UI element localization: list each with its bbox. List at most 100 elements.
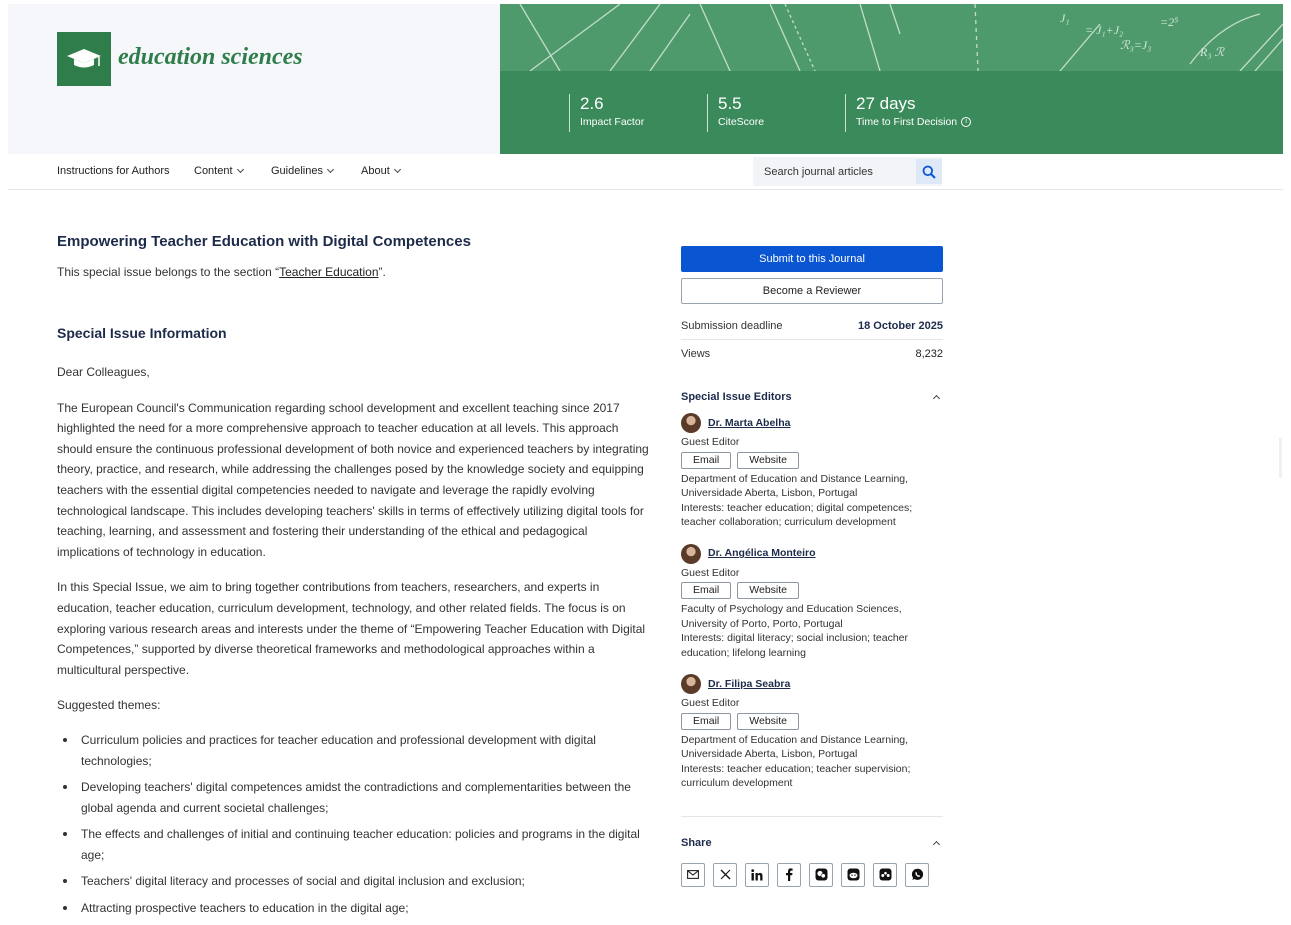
facebook-icon[interactable]: [777, 862, 801, 887]
svg-text:ℛ₃=J₃: ℛ₃=J₃: [1120, 38, 1151, 52]
list-item: Attracting prospective teachers to educa…: [57, 898, 647, 919]
special-issue-information-heading: Special Issue Information: [57, 325, 227, 341]
citescore-value: 5.5: [718, 94, 742, 113]
editor-name-link[interactable]: Dr. Angélica Monteiro: [681, 543, 943, 564]
editor-interests: Interests: teacher education; teacher su…: [681, 762, 911, 790]
editor-actions: Email Website: [681, 712, 943, 730]
editor-role: Guest Editor: [681, 566, 740, 579]
special-issue-content: Empowering Teacher Education with Digita…: [57, 232, 652, 915]
journal-name[interactable]: education sciences: [118, 44, 303, 71]
themes-list: Curriculum policies and practices for te…: [57, 730, 649, 919]
brand-area: education sciences: [8, 4, 500, 154]
share-heading: Share: [681, 836, 712, 849]
journal-search: [753, 157, 942, 186]
impact-factor-value: 2.6: [580, 94, 604, 113]
avatar: [681, 413, 701, 433]
editor-role: Guest Editor: [681, 436, 740, 448]
page-title: Empowering Teacher Education with Digita…: [57, 233, 471, 250]
section-note: This special issue belongs to the sectio…: [57, 264, 652, 280]
svg-text:= J₁+J₂: = J₁+J₂: [1085, 23, 1123, 37]
email-icon[interactable]: [681, 862, 705, 887]
editor-affiliation: Department of Education and Distance Lea…: [681, 733, 909, 761]
editor-interests: Interests: teacher education; digital co…: [681, 501, 913, 529]
reddit-icon[interactable]: [841, 862, 865, 887]
editor-affiliation: Department of Education and Distance Lea…: [681, 472, 909, 500]
impact-factor-metric: 2.6 Impact Factor: [569, 94, 644, 132]
editor-role: Guest Editor: [681, 697, 740, 709]
banner-decoration: J₁ = J₁+J₂ ℛ₃=J₃ =2⁵ R₃ ℛ: [500, 4, 1283, 72]
special-issue-editors-toggle[interactable]: Special Issue Editors: [681, 391, 943, 403]
website-button[interactable]: Website: [737, 712, 800, 730]
editor-card: Dr. Marta Abelha Guest Editor Email Webs…: [681, 413, 943, 530]
chevron-up-icon: [932, 840, 941, 848]
citescore-label[interactable]: CiteScore: [718, 114, 764, 130]
citescore-label-text: CiteScore: [718, 116, 765, 128]
mendeley-icon[interactable]: [873, 862, 897, 887]
nav-guidelines[interactable]: Guidelines: [271, 165, 335, 177]
editor-name-link[interactable]: Dr. Filipa Seabra: [681, 674, 943, 694]
chevron-down-icon: [326, 165, 335, 174]
editor-name: Dr. Marta Abelha: [708, 416, 791, 429]
search-button[interactable]: [916, 159, 942, 184]
nav-label: Content: [194, 165, 233, 177]
info-icon[interactable]: i: [961, 117, 972, 127]
chevron-down-icon: [236, 165, 244, 174]
section-link-teacher-education[interactable]: Teacher Education: [279, 265, 378, 279]
editor-card: Dr. Angélica Monteiro Guest Editor Email…: [681, 543, 943, 661]
email-button[interactable]: Email: [681, 451, 732, 469]
first-decision-label: Time to First Decision i: [856, 114, 972, 130]
website-button[interactable]: Website: [737, 451, 800, 469]
editor-name: Dr. Angélica Monteiro: [708, 547, 816, 560]
section-note-prefix: This special issue belongs to the sectio…: [57, 265, 280, 279]
editor-interests: Interests: digital literacy; social incl…: [681, 632, 909, 659]
submit-button[interactable]: Submit to this Journal: [681, 246, 943, 272]
chevron-down-icon: [393, 165, 401, 174]
list-item: The effects and challenges of initial an…: [57, 824, 647, 865]
email-button[interactable]: Email: [681, 582, 732, 599]
share-buttons: [681, 862, 943, 887]
salutation: Dear Colleagues,: [57, 365, 150, 379]
whatsapp-icon[interactable]: [905, 862, 929, 887]
chevron-up-icon: [932, 394, 941, 403]
x-icon[interactable]: [713, 862, 737, 887]
impact-factor-label[interactable]: Impact Factor: [580, 114, 644, 130]
search-icon: [922, 165, 936, 179]
email-button[interactable]: Email: [681, 712, 732, 730]
submission-deadline-row: Submission deadline 18 October 2025: [681, 313, 943, 340]
deadline-value: 18 October 2025: [858, 320, 943, 332]
body-paragraph: The European Council's Communication reg…: [57, 400, 649, 559]
body-paragraph: In this Special Issue, we aim to bring t…: [57, 580, 646, 677]
editor-name-link[interactable]: Dr. Marta Abelha: [681, 413, 943, 433]
nav-label: Instructions for Authors: [57, 165, 170, 177]
sidebar: Submit to this Journal Become a Reviewer…: [681, 246, 943, 887]
first-decision-metric: 27 days Time to First Decision i: [845, 94, 972, 132]
first-decision-value: 27 days: [856, 94, 916, 113]
views-row: Views 8,232: [681, 340, 943, 367]
avatar: [681, 674, 701, 694]
divider: [681, 815, 943, 817]
svg-text:=2⁵: =2⁵: [1160, 15, 1178, 29]
nav-instructions-for-authors[interactable]: Instructions for Authors: [57, 165, 170, 177]
editor-card: Dr. Filipa Seabra Guest Editor Email Web…: [681, 674, 943, 791]
linkedin-icon[interactable]: [745, 862, 769, 887]
svg-text:J₁: J₁: [1060, 11, 1070, 25]
first-decision-label-text: Time to First Decision: [856, 116, 958, 128]
nav-about[interactable]: About: [361, 165, 401, 177]
list-item: Developing teachers' digital competences…: [57, 777, 647, 818]
share-toggle[interactable]: Share: [681, 837, 943, 849]
editor-actions: Email Website: [681, 582, 943, 599]
logo-graduation-cap-icon[interactable]: [57, 32, 111, 86]
journal-header: education sciences J₁ = J₁+J₂ ℛ₃=J₃ =2⁵ …: [8, 4, 1283, 154]
become-reviewer-button[interactable]: Become a Reviewer: [681, 278, 943, 304]
nav-content[interactable]: Content: [194, 165, 244, 177]
wechat-icon[interactable]: [809, 862, 833, 887]
scroll-indicator: [1279, 438, 1282, 478]
svg-text:R₃ ℛ: R₃ ℛ: [1199, 45, 1226, 59]
metrics-banner: J₁ = J₁+J₂ ℛ₃=J₃ =2⁵ R₃ ℛ 2.6 Impact Fac…: [500, 4, 1283, 154]
suggested-themes-label: Suggested themes:: [57, 698, 161, 713]
views-label: Views: [681, 347, 711, 360]
search-input[interactable]: [753, 165, 908, 178]
special-issue-body: Dear Colleagues, The European Council's …: [57, 362, 649, 925]
website-button[interactable]: Website: [737, 582, 800, 599]
section-note-suffix: ”.: [378, 265, 386, 279]
